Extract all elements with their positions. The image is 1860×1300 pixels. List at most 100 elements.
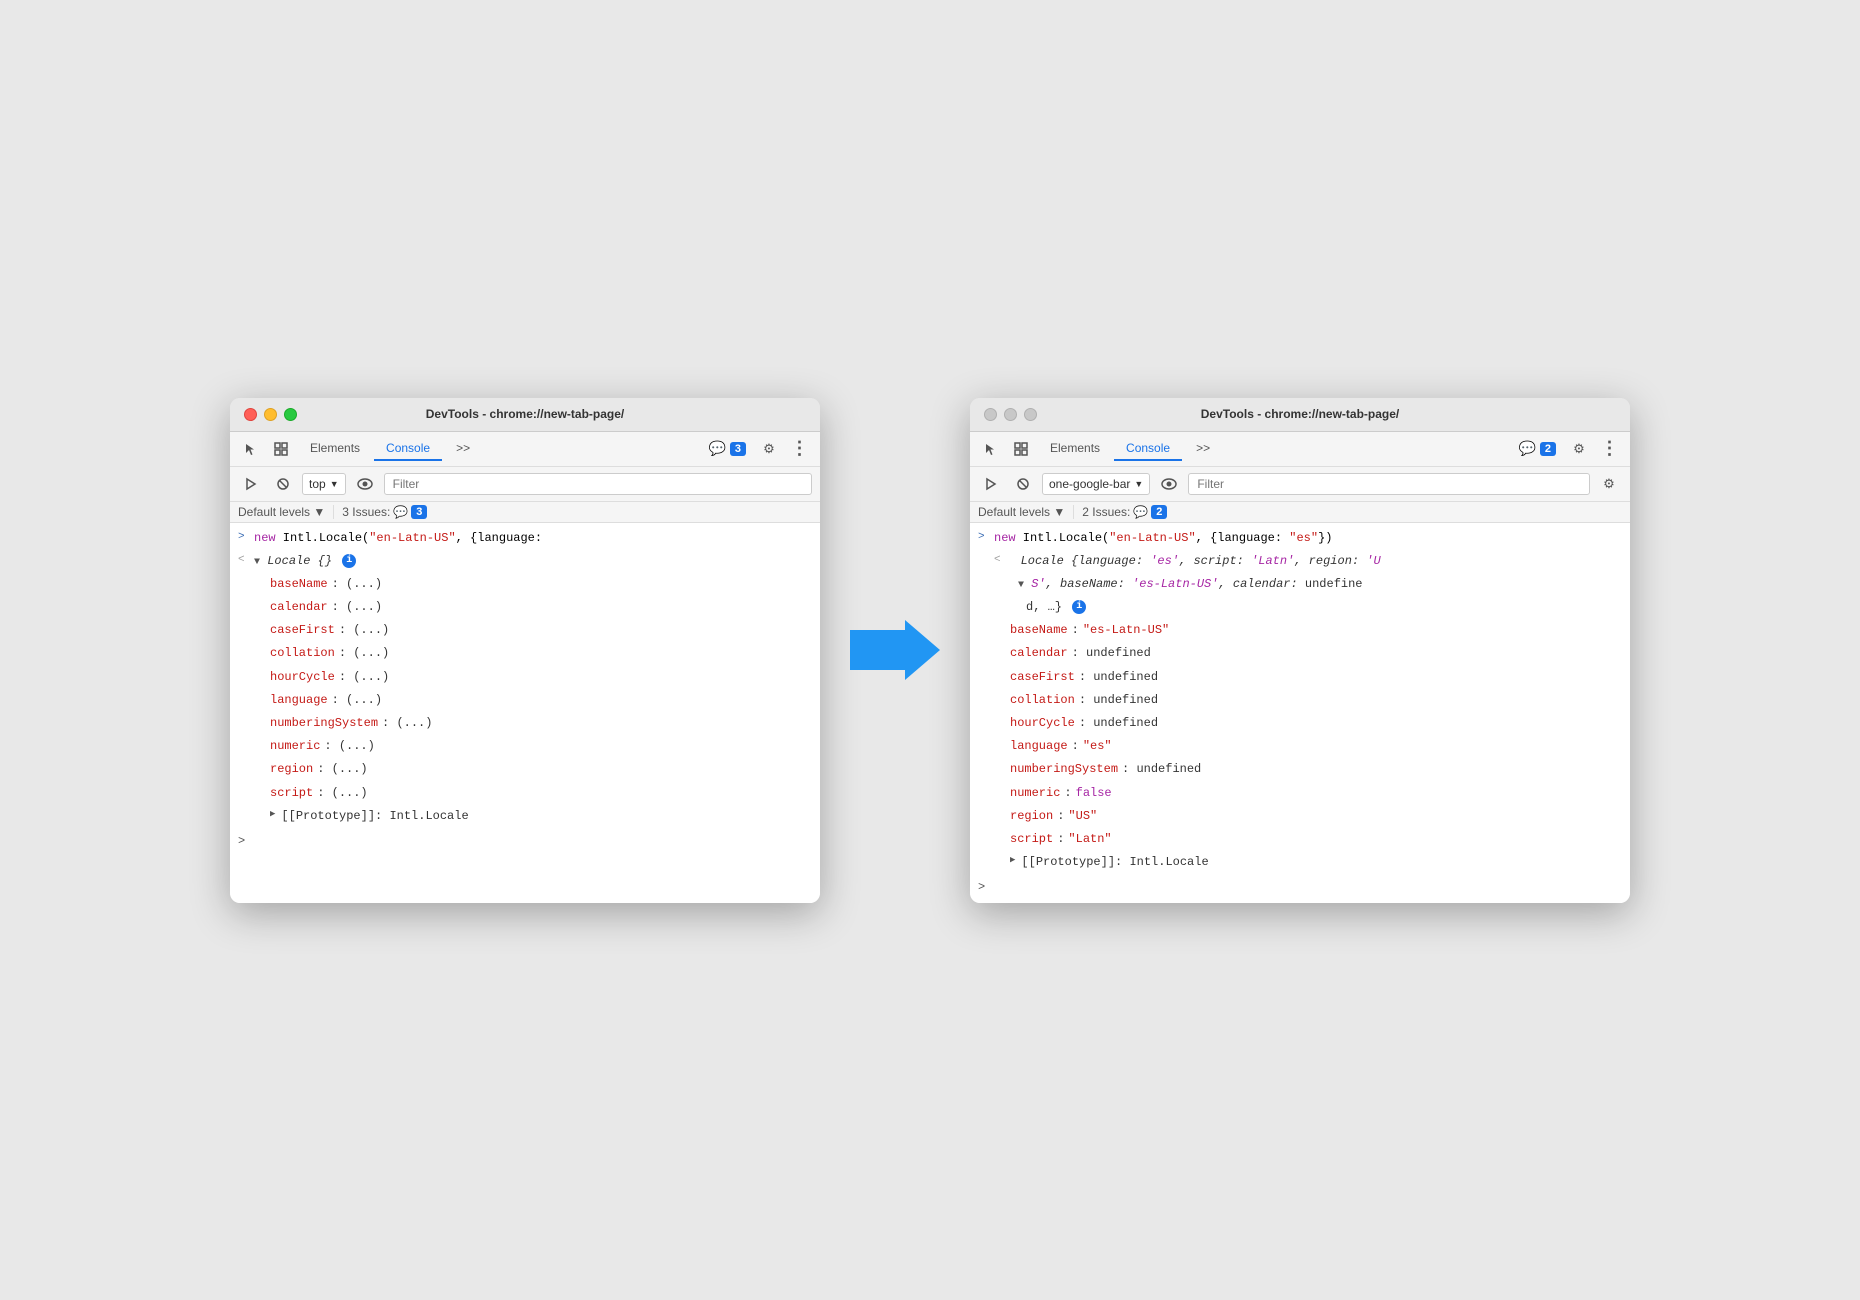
chat-icon-1: 💬: [708, 440, 725, 457]
input-arrow-1: >: [238, 529, 245, 547]
output-arrow-2: <: [994, 552, 1001, 570]
tab-bar-2: Elements Console >> 💬 2 ⚙ ⋮: [970, 432, 1630, 467]
prop-calendar-2: calendar: undefined: [970, 642, 1630, 665]
prop-prototype-2: ▶ [[Prototype]]: Intl.Locale: [970, 851, 1630, 874]
tab-more-1[interactable]: >>: [444, 437, 482, 461]
eye-icon-2[interactable]: [1156, 471, 1182, 497]
prop-language-2: language: "es": [970, 735, 1630, 758]
minimize-button-1[interactable]: [264, 408, 277, 421]
prop-numberingsystem-2: numberingSystem: undefined: [970, 758, 1630, 781]
default-levels-2[interactable]: Default levels ▼: [978, 505, 1065, 519]
more-options-icon-1[interactable]: ⋮: [786, 436, 812, 462]
tab-console-2[interactable]: Console: [1114, 437, 1182, 461]
close-button-1[interactable]: [244, 408, 257, 421]
proto-arrow-2[interactable]: ▶: [1010, 853, 1015, 867]
settings-icon-2[interactable]: ⚙: [1566, 436, 1592, 462]
window-title-1: DevTools - chrome://new-tab-page/: [426, 407, 624, 421]
tabs-1: Elements Console >>: [298, 437, 482, 461]
devtools-window-2: DevTools - chrome://new-tab-page/ Elemen…: [970, 398, 1630, 903]
context-selector-1[interactable]: top ▼: [302, 473, 346, 495]
prop-casefirst-2: caseFirst: undefined: [970, 666, 1630, 689]
prop-basename-1: baseName: (...): [230, 573, 820, 596]
issues-badge-btn-2[interactable]: 💬 2: [1512, 437, 1562, 460]
console-output-2: < Locale {language: 'es', script: 'Latn'…: [970, 550, 1630, 620]
prop-prototype-1: ▶ [[Prototype]]: Intl.Locale: [230, 805, 820, 828]
expand-icon-2[interactable]: ▼: [1018, 580, 1024, 591]
close-button-2[interactable]: [984, 408, 997, 421]
filter-input-2[interactable]: [1188, 473, 1590, 495]
proto-arrow-1[interactable]: ▶: [270, 807, 275, 821]
input-arrow-2: >: [978, 529, 985, 547]
devtools-window-1: DevTools - chrome://new-tab-page/ Elemen…: [230, 398, 820, 903]
console-output-1: < ▼ Locale {} i: [230, 550, 820, 573]
info-icon-1[interactable]: i: [342, 554, 356, 568]
badge-count-1: 3: [730, 442, 746, 456]
title-bar-1: DevTools - chrome://new-tab-page/: [230, 398, 820, 432]
issues-bar-2: Default levels ▼ 2 Issues: 💬 2: [970, 502, 1630, 523]
minimize-button-2[interactable]: [1004, 408, 1017, 421]
cursor-icon[interactable]: [238, 436, 264, 462]
issues-count-2: 2 Issues: 💬 2: [1082, 505, 1167, 519]
console-input-1: > new Intl.Locale("en-Latn-US", {languag…: [230, 527, 820, 550]
expand-icon-1[interactable]: ▼: [254, 557, 260, 568]
context-value-1: top: [309, 477, 326, 491]
block-icon-1[interactable]: [270, 471, 296, 497]
console-prompt-2[interactable]: [970, 874, 1630, 882]
issues-bar-1: Default levels ▼ 3 Issues: 💬 3: [230, 502, 820, 523]
prop-collation-2: collation: undefined: [970, 689, 1630, 712]
context-selector-2[interactable]: one-google-bar ▼: [1042, 473, 1150, 495]
run-icon-1[interactable]: [238, 471, 264, 497]
console-bar-1: top ▼: [230, 467, 820, 502]
issues-badge-count-1: 3: [411, 505, 427, 519]
output-arrow-1: <: [238, 552, 245, 570]
settings-small-icon-2[interactable]: ⚙: [1596, 471, 1622, 497]
inspect-icon[interactable]: [268, 436, 294, 462]
scene: DevTools - chrome://new-tab-page/ Elemen…: [230, 398, 1630, 903]
eye-icon-1[interactable]: [352, 471, 378, 497]
console-prompt-1[interactable]: [230, 828, 820, 836]
inspect-icon-2[interactable]: [1008, 436, 1034, 462]
issues-count-1: 3 Issues: 💬 3: [342, 505, 427, 519]
badge-count-2: 2: [1540, 442, 1556, 456]
prop-numeric-2: numeric: false: [970, 782, 1630, 805]
prop-numberingsystem-1: numberingSystem: (...): [230, 712, 820, 735]
prop-numeric-1: numeric: (...): [230, 735, 820, 758]
issues-badge-count-2: 2: [1151, 505, 1167, 519]
direction-arrow: [850, 615, 940, 685]
context-value-2: one-google-bar: [1049, 477, 1130, 491]
prop-calendar-1: calendar: (...): [230, 596, 820, 619]
traffic-lights-2: [984, 408, 1037, 421]
issues-chat-icon-2: 💬: [1133, 505, 1148, 519]
run-icon-2[interactable]: [978, 471, 1004, 497]
prop-basename-2: baseName: "es-Latn-US": [970, 619, 1630, 642]
more-options-icon-2[interactable]: ⋮: [1596, 436, 1622, 462]
prop-hourcycle-1: hourCycle: (...): [230, 666, 820, 689]
maximize-button-1[interactable]: [284, 408, 297, 421]
traffic-lights-1: [244, 408, 297, 421]
tab-console-1[interactable]: Console: [374, 437, 442, 461]
info-icon-2[interactable]: i: [1072, 600, 1086, 614]
filter-input-1[interactable]: [384, 473, 812, 495]
prop-region-1: region: (...): [230, 758, 820, 781]
prop-language-1: language: (...): [230, 689, 820, 712]
tab-elements-2[interactable]: Elements: [1038, 437, 1112, 461]
prop-script-1: script: (...): [230, 782, 820, 805]
tab-more-2[interactable]: >>: [1184, 437, 1222, 461]
issues-badge-btn-1[interactable]: 💬 3: [702, 437, 752, 460]
cursor-icon-2[interactable]: [978, 436, 1004, 462]
chat-icon-2: 💬: [1518, 440, 1535, 457]
chevron-icon-1: ▼: [330, 479, 339, 489]
tab-elements-1[interactable]: Elements: [298, 437, 372, 461]
maximize-button-2[interactable]: [1024, 408, 1037, 421]
block-icon-2[interactable]: [1010, 471, 1036, 497]
console-input-2: > new Intl.Locale("en-Latn-US", {languag…: [970, 527, 1630, 550]
window-title-2: DevTools - chrome://new-tab-page/: [1201, 407, 1399, 421]
prop-region-2: region: "US": [970, 805, 1630, 828]
default-levels-1[interactable]: Default levels ▼: [238, 505, 325, 519]
levels-chevron-1: ▼: [313, 505, 325, 519]
settings-icon-1[interactable]: ⚙: [756, 436, 782, 462]
tab-bar-1: Elements Console >> 💬 3 ⚙ ⋮: [230, 432, 820, 467]
console-content-1: > new Intl.Locale("en-Latn-US", {languag…: [230, 523, 820, 903]
tabs-2: Elements Console >>: [1038, 437, 1222, 461]
chevron-icon-2: ▼: [1134, 479, 1143, 489]
